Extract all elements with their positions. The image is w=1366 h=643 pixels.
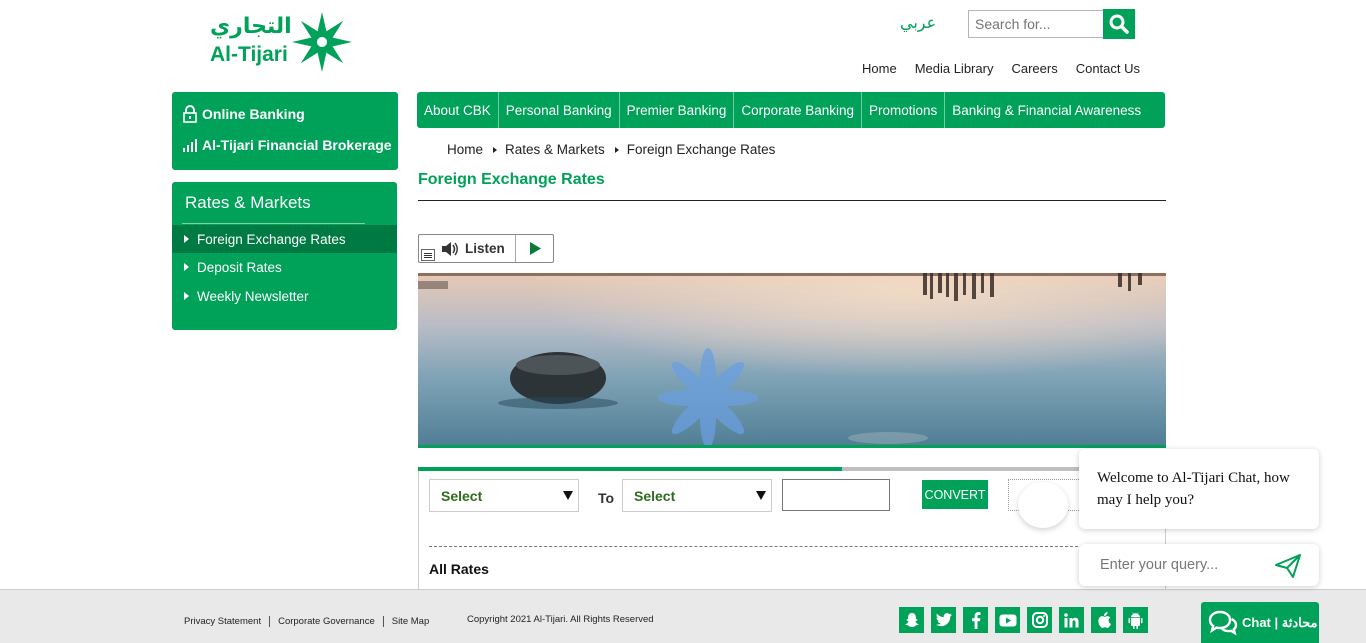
top-link-careers[interactable]: Careers bbox=[1011, 61, 1057, 76]
play-button[interactable] bbox=[516, 242, 553, 255]
chat-welcome-message: Welcome to Al-Tijari Chat, how may I hel… bbox=[1079, 449, 1319, 529]
top-links: Home Media Library Careers Contact Us bbox=[862, 61, 1140, 76]
chat-bubbles-icon bbox=[1208, 610, 1238, 636]
search-input[interactable] bbox=[968, 10, 1104, 38]
footer-link-corporate-governance[interactable]: Corporate Governance bbox=[270, 616, 384, 627]
sidebar: Rates & Markets Foreign Exchange Rates D… bbox=[172, 182, 397, 330]
chevron-right-icon bbox=[493, 146, 498, 153]
play-icon bbox=[529, 242, 541, 255]
breadcrumb-rates-markets[interactable]: Rates & Markets bbox=[505, 142, 605, 157]
to-currency-value: Select bbox=[634, 487, 676, 504]
title-divider bbox=[418, 200, 1166, 201]
sidebar-item-foreign-exchange-rates[interactable]: Foreign Exchange Rates bbox=[172, 225, 397, 253]
page-title: Foreign Exchange Rates bbox=[418, 171, 605, 188]
chat-query-placeholder: Enter your query... bbox=[1100, 557, 1219, 573]
footer-link-site-map[interactable]: Site Map bbox=[384, 616, 438, 627]
chevron-right-icon bbox=[184, 235, 189, 243]
search-icon bbox=[1109, 14, 1129, 34]
speaker-icon bbox=[442, 241, 458, 256]
logo-arabic-text[interactable]: التجاري bbox=[210, 14, 292, 39]
search-button[interactable] bbox=[1103, 9, 1135, 39]
top-link-media-library[interactable]: Media Library bbox=[915, 61, 994, 76]
copyright-text: Copyright 2021 Al-Tijari. All Rights Res… bbox=[467, 614, 654, 625]
chat-avatar-circle bbox=[1018, 482, 1068, 528]
nav-corporate-banking[interactable]: Corporate Banking bbox=[734, 92, 862, 128]
from-currency-select[interactable]: Select bbox=[429, 479, 579, 512]
listen-button[interactable]: Listen bbox=[419, 235, 516, 262]
listen-widget: Listen bbox=[418, 234, 554, 263]
breadcrumb: Home Rates & Markets Foreign Exchange Ra… bbox=[447, 142, 775, 157]
converter-divider bbox=[429, 546, 1083, 547]
brokerage-label: Al-Tijari Financial Brokerage bbox=[202, 137, 392, 153]
chat-query-input[interactable]: Enter your query... bbox=[1079, 544, 1319, 586]
footer-links: Privacy Statement Corporate Governance S… bbox=[184, 616, 437, 627]
sidebar-divider bbox=[182, 223, 365, 224]
sidebar-title: Rates & Markets bbox=[185, 193, 311, 212]
seascape-image bbox=[418, 273, 1166, 445]
chat-launcher-button[interactable]: Chat | محادثة bbox=[1201, 602, 1319, 643]
menu-icon[interactable] bbox=[421, 249, 435, 261]
nav-premier-banking[interactable]: Premier Banking bbox=[620, 92, 735, 128]
android-icon[interactable] bbox=[1123, 607, 1148, 633]
brokerage-link[interactable]: Al-Tijari Financial Brokerage bbox=[182, 137, 392, 153]
sidebar-item-deposit-rates[interactable]: Deposit Rates bbox=[172, 253, 397, 281]
top-link-home[interactable]: Home bbox=[862, 61, 897, 76]
apple-icon[interactable] bbox=[1091, 607, 1116, 633]
logo-english-text[interactable]: Al-Tijari bbox=[210, 43, 288, 67]
chat-launcher-label: Chat | محادثة bbox=[1242, 614, 1318, 630]
nav-banking-financial-awareness[interactable]: Banking & Financial Awareness bbox=[945, 92, 1148, 128]
instagram-icon[interactable] bbox=[1027, 607, 1052, 633]
nav-promotions[interactable]: Promotions bbox=[862, 92, 946, 128]
language-switch-link[interactable]: عربي bbox=[900, 13, 936, 32]
lock-icon bbox=[183, 105, 197, 123]
snapchat-icon[interactable] bbox=[899, 607, 924, 633]
amount-input[interactable] bbox=[782, 479, 890, 511]
bar-chart-icon bbox=[183, 139, 197, 152]
sidebar-item-label: Foreign Exchange Rates bbox=[197, 231, 346, 247]
breadcrumb-current: Foreign Exchange Rates bbox=[626, 142, 776, 157]
chevron-right-icon bbox=[184, 263, 189, 271]
social-links bbox=[899, 607, 1148, 633]
caret-down-icon bbox=[563, 491, 573, 500]
footer-link-privacy-statement[interactable]: Privacy Statement bbox=[184, 616, 271, 627]
top-link-contact-us[interactable]: Contact Us bbox=[1076, 61, 1140, 76]
online-banking-link[interactable]: Online Banking bbox=[182, 105, 305, 123]
sidebar-item-label: Deposit Rates bbox=[197, 259, 282, 275]
hero-banner-image bbox=[418, 273, 1166, 448]
convert-button[interactable]: CONVERT bbox=[922, 480, 988, 509]
nav-personal-banking[interactable]: Personal Banking bbox=[499, 92, 620, 128]
youtube-icon[interactable] bbox=[995, 607, 1020, 633]
breadcrumb-home[interactable]: Home bbox=[447, 142, 483, 157]
twitter-icon[interactable] bbox=[931, 607, 956, 633]
nav-about-cbk[interactable]: About CBK bbox=[417, 92, 499, 128]
caret-down-icon bbox=[756, 491, 766, 500]
to-currency-select[interactable]: Select bbox=[622, 479, 772, 512]
from-currency-value: Select bbox=[441, 487, 483, 504]
chevron-right-icon bbox=[184, 292, 189, 300]
to-label: To bbox=[598, 490, 615, 506]
send-icon[interactable] bbox=[1275, 554, 1301, 578]
sidebar-item-weekly-newsletter[interactable]: Weekly Newsletter bbox=[172, 282, 397, 310]
quick-links-panel: Online Banking Al-Tijari Financial Broke… bbox=[172, 92, 398, 170]
main-nav: About CBK Personal Banking Premier Banki… bbox=[417, 92, 1165, 128]
listen-label: Listen bbox=[465, 241, 505, 256]
online-banking-label: Online Banking bbox=[202, 106, 305, 122]
facebook-icon[interactable] bbox=[963, 607, 988, 633]
sidebar-item-label: Weekly Newsletter bbox=[197, 288, 309, 304]
chevron-right-icon bbox=[614, 146, 619, 153]
logo-star-icon[interactable] bbox=[290, 10, 354, 74]
linkedin-icon[interactable] bbox=[1059, 607, 1084, 633]
all-rates-heading: All Rates bbox=[429, 561, 489, 577]
